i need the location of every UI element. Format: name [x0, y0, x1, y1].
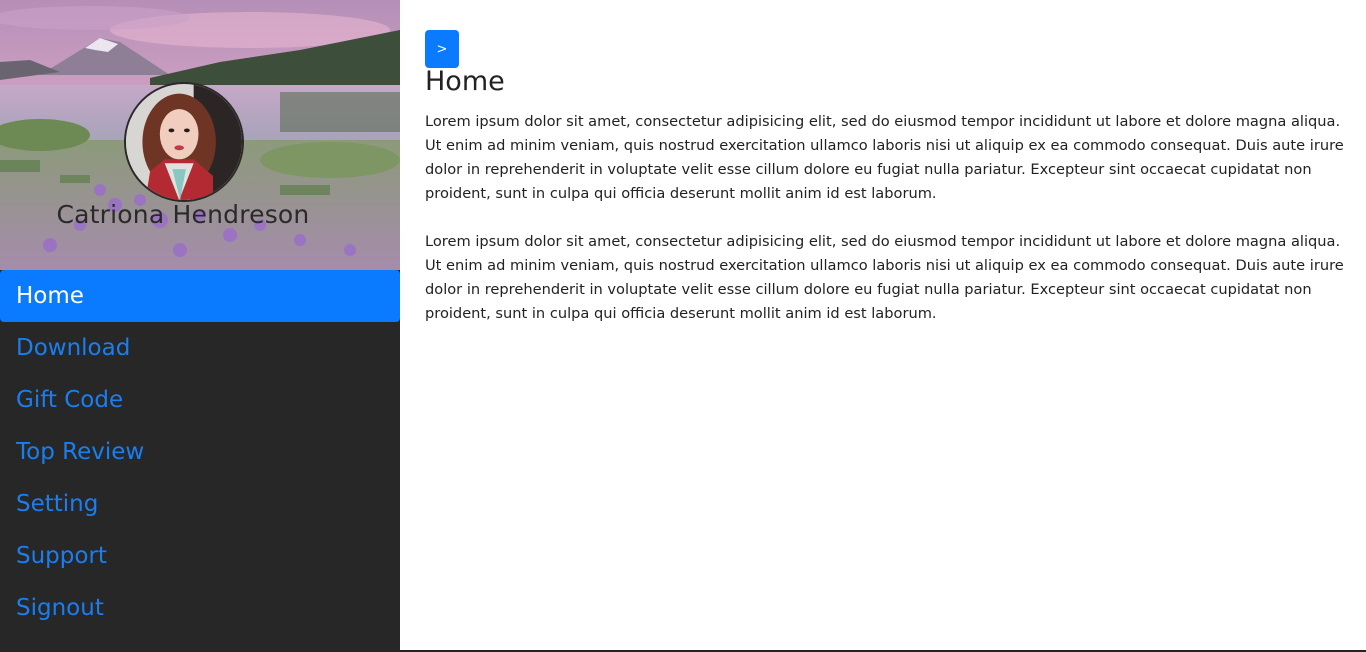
main-content: > Home Lorem ipsum dolor sit amet, conse… [400, 0, 1366, 652]
sidebar-item-top-review[interactable]: Top Review [0, 426, 400, 478]
sidebar: Catriona Hendreson Home Download Gift Co… [0, 0, 400, 652]
paragraph: Lorem ipsum dolor sit amet, consectetur … [425, 233, 1344, 322]
sidebar-nav: Home Download Gift Code Top Review Setti… [0, 270, 400, 634]
avatar[interactable] [124, 82, 244, 202]
sidebar-item-gift-code[interactable]: Gift Code [0, 374, 400, 426]
sidebar-item-download[interactable]: Download [0, 322, 400, 374]
sidebar-item-home[interactable]: Home [0, 270, 400, 322]
sidebar-item-signout[interactable]: Signout [0, 582, 400, 634]
sidebar-item-support[interactable]: Support [0, 530, 400, 582]
sidebar-toggle-button[interactable]: > [425, 30, 459, 68]
profile-name: Catriona Hendreson [56, 200, 310, 229]
content-body: Lorem ipsum dolor sit amet, consectetur … [425, 110, 1355, 350]
avatar-image [126, 84, 242, 200]
page-title: Home [425, 66, 505, 97]
paragraph: Lorem ipsum dolor sit amet, consectetur … [425, 113, 1344, 202]
sidebar-item-setting[interactable]: Setting [0, 478, 400, 530]
profile-header: Catriona Hendreson [0, 0, 400, 270]
app-root: Catriona Hendreson Home Download Gift Co… [0, 0, 1366, 652]
